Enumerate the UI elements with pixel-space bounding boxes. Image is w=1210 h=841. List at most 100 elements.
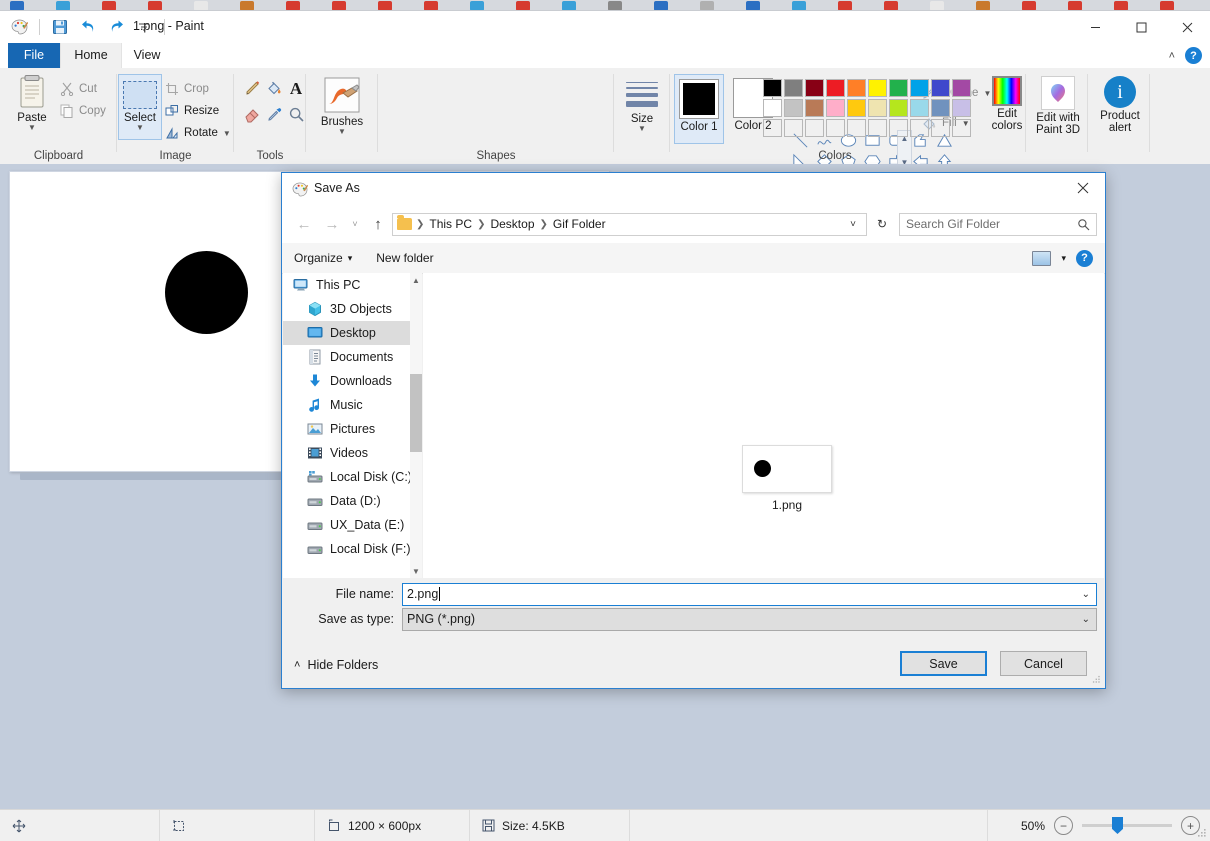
chevron-down-icon[interactable]: ▼ <box>28 124 36 132</box>
breadcrumb[interactable]: ❯ This PC ❯ Desktop ❯ Gif Folder ˅ <box>392 212 867 236</box>
places-navigation-pane[interactable]: This PC 3D Objects Desktop Documents Downloa… <box>283 273 422 578</box>
breadcrumb-dropdown-icon[interactable]: ˅ <box>844 219 862 230</box>
paint-palette-icon[interactable] <box>8 16 30 38</box>
palette-swatch[interactable] <box>952 119 971 137</box>
palette-swatch[interactable] <box>889 79 908 97</box>
chevron-down-icon[interactable]: ⌄ <box>1082 589 1090 600</box>
tab-view[interactable]: View <box>122 43 172 68</box>
place-item-desktop[interactable]: Desktop <box>283 321 422 345</box>
scroll-down-icon[interactable]: ▼ <box>410 564 422 578</box>
palette-swatch[interactable] <box>868 99 887 117</box>
tab-file[interactable]: File <box>8 43 60 68</box>
scroll-up-icon[interactable]: ▲ <box>410 273 422 287</box>
save-icon[interactable] <box>49 16 71 38</box>
palette-swatch[interactable] <box>931 99 950 117</box>
search-input[interactable]: Search Gif Folder <box>899 212 1097 236</box>
zoom-slider-track[interactable] <box>1082 817 1172 834</box>
pencil-icon[interactable] <box>240 78 264 99</box>
color-picker-icon[interactable] <box>262 104 286 125</box>
undo-icon[interactable] <box>77 16 99 38</box>
breadcrumb-item-desktop[interactable]: Desktop <box>486 217 538 231</box>
place-item-local-disk-c[interactable]: Local Disk (C:) <box>283 465 422 489</box>
place-item-pictures[interactable]: Pictures <box>283 417 422 441</box>
recent-locations-button[interactable]: ˅ <box>346 210 364 238</box>
tab-home[interactable]: Home <box>60 43 122 68</box>
place-item-local-disk-f[interactable]: Local Disk (F:) <box>283 537 422 561</box>
palette-swatch[interactable] <box>847 79 866 97</box>
palette-swatch[interactable] <box>826 79 845 97</box>
place-item-videos[interactable]: Videos <box>283 441 422 465</box>
dialog-resize-grip-icon[interactable] <box>1092 675 1101 684</box>
help-icon[interactable]: ? <box>1185 47 1202 64</box>
color1-button[interactable]: Color 1 <box>674 74 724 144</box>
palette-swatch[interactable] <box>784 119 803 137</box>
place-item-3d-objects[interactable]: 3D Objects <box>283 297 422 321</box>
palette-swatch[interactable] <box>784 99 803 117</box>
refresh-button[interactable]: ↻ <box>871 217 893 231</box>
color-palette[interactable] <box>762 78 972 138</box>
dialog-close-button[interactable] <box>1060 173 1105 203</box>
chevron-down-icon[interactable]: ⌄ <box>1082 614 1090 625</box>
back-button[interactable]: ← <box>290 210 318 238</box>
place-item-documents[interactable]: Documents <box>283 345 422 369</box>
palette-swatch[interactable] <box>931 119 950 137</box>
palette-swatch[interactable] <box>826 119 845 137</box>
palette-swatch[interactable] <box>763 99 782 117</box>
place-item-music[interactable]: Music <box>283 393 422 417</box>
maximize-button[interactable] <box>1118 11 1164 43</box>
up-button[interactable]: ↑ <box>364 210 392 238</box>
palette-swatch[interactable] <box>805 119 824 137</box>
rotate-button[interactable]: Rotate ▼ <box>165 122 231 144</box>
crop-button[interactable]: Crop <box>165 78 231 100</box>
cancel-button[interactable]: Cancel <box>1000 651 1087 676</box>
select-button[interactable]: Select ▼ <box>118 74 162 140</box>
palette-swatch[interactable] <box>847 119 866 137</box>
places-scrollbar[interactable]: ▲ ▼ <box>410 273 422 578</box>
palette-swatch[interactable] <box>805 99 824 117</box>
places-scrollbar-thumb[interactable] <box>410 374 422 452</box>
palette-swatch[interactable] <box>952 99 971 117</box>
chevron-down-icon[interactable]: ▼ <box>119 124 161 132</box>
size-button[interactable]: Size ▼ <box>618 76 666 133</box>
palette-swatch[interactable] <box>847 99 866 117</box>
file-name-input[interactable]: 2.png ⌄ <box>402 582 1097 606</box>
breadcrumb-item-gif-folder[interactable]: Gif Folder <box>549 217 610 231</box>
place-item-this-pc[interactable]: This PC <box>283 273 422 297</box>
collapse-ribbon-icon[interactable]: ˄ <box>1169 50 1175 62</box>
forward-button[interactable]: → <box>318 210 346 238</box>
close-button[interactable] <box>1164 11 1210 43</box>
redo-icon[interactable] <box>105 16 127 38</box>
palette-swatch[interactable] <box>805 79 824 97</box>
paste-button[interactable]: Paste ▼ <box>8 74 56 132</box>
fill-bucket-icon[interactable] <box>262 78 286 99</box>
minimize-button[interactable] <box>1072 11 1118 43</box>
help-icon[interactable]: ? <box>1076 249 1093 267</box>
palette-swatch[interactable] <box>889 99 908 117</box>
palette-swatch[interactable] <box>910 119 929 137</box>
zoom-out-button[interactable]: − <box>1054 816 1073 835</box>
palette-swatch[interactable] <box>763 79 782 97</box>
resize-button[interactable]: Resize <box>165 100 231 122</box>
place-item-downloads[interactable]: Downloads <box>283 369 422 393</box>
palette-swatch[interactable] <box>868 79 887 97</box>
save-as-type-select[interactable]: PNG (*.png) ⌄ <box>402 607 1097 631</box>
hide-folders-button[interactable]: ˄ Hide Folders <box>294 658 378 672</box>
palette-swatch[interactable] <box>763 119 782 137</box>
palette-swatch[interactable] <box>784 79 803 97</box>
chevron-down-icon[interactable]: ▾ <box>1061 253 1066 264</box>
eraser-icon[interactable] <box>240 104 264 125</box>
zoom-slider-thumb[interactable] <box>1112 817 1123 834</box>
file-list-pane[interactable]: 1.png <box>423 273 1104 578</box>
palette-swatch[interactable] <box>868 119 887 137</box>
chevron-down-icon[interactable]: ▼ <box>638 125 646 133</box>
palette-swatch[interactable] <box>910 79 929 97</box>
breadcrumb-item-this-pc[interactable]: This PC <box>425 217 476 231</box>
brushes-button[interactable]: Brushes ▼ <box>318 76 366 136</box>
palette-swatch[interactable] <box>826 99 845 117</box>
organize-button[interactable]: Organize ▾ <box>282 251 364 265</box>
list-item[interactable]: 1.png <box>742 445 832 512</box>
cut-button[interactable]: Cut <box>60 78 106 100</box>
edit-with-paint3d-button[interactable]: Edit with Paint 3D <box>1032 76 1084 136</box>
palette-swatch[interactable] <box>952 79 971 97</box>
copy-button[interactable]: Copy <box>60 100 106 122</box>
